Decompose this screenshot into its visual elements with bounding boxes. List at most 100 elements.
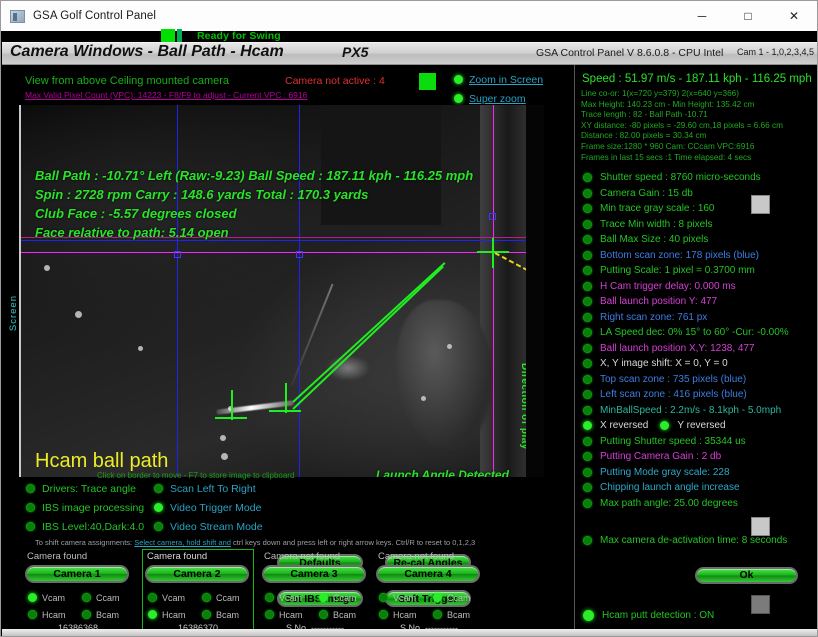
camera-led-hcam[interactable]: Hcam: [379, 610, 427, 620]
checkbox-label: Video Trigger Mode: [170, 501, 262, 514]
setting-max-deactivation-time[interactable]: Max camera de-activation time: 8 seconds: [581, 533, 817, 549]
setting-image-shift[interactable]: X, Y image shift: X = 0, Y = 0: [581, 356, 817, 372]
setting-min-ball-speed[interactable]: MinBallSpeed : 2.2m/s - 8.1kph - 5.0mph: [581, 403, 817, 419]
zoom-in-screen-toggle[interactable]: Zoom in Screen: [454, 71, 574, 88]
checkbox-scan-left-to-right[interactable]: Scan Left To Right: [154, 479, 263, 498]
led-icon: [583, 610, 594, 621]
setting-right-scan-zone[interactable]: Right scan zone: 761 px: [581, 310, 817, 326]
ok-button[interactable]: Ok: [695, 566, 798, 584]
setting-chipping-launch-angle[interactable]: Chipping launch angle increase: [581, 480, 817, 496]
setting-label: Camera Gain : 15 db: [600, 187, 693, 199]
setting-min-trace-gray-scale[interactable]: Min trace gray scale : 160: [581, 201, 817, 217]
putting-gray-scale-swatch[interactable]: [751, 517, 770, 536]
setting-trace-min-width[interactable]: Trace Min width : 8 pixels: [581, 217, 817, 233]
setting-shutter-speed[interactable]: Shutter speed : 8760 micro-seconds: [581, 170, 817, 186]
led-label: Vcam: [279, 592, 303, 603]
window-title: GSA Golf Control Panel: [33, 10, 157, 22]
camera-led-hcam[interactable]: Hcam: [28, 610, 76, 620]
led-icon: [433, 593, 442, 602]
cam-assignment-label: Cam 1 - 1,0,2,3,4,5: [737, 47, 815, 57]
camera-led-bcam[interactable]: Bcam: [433, 610, 481, 620]
hcam-putt-detection-row[interactable]: Hcam putt detection : ON: [583, 610, 714, 621]
dark-gray-swatch[interactable]: [751, 595, 770, 614]
main-body: View from above Ceiling mounted camera M…: [2, 65, 817, 636]
led-label: Hcam: [162, 609, 186, 620]
camera-led-vcam[interactable]: Vcam: [148, 593, 196, 603]
camera-led-ccam[interactable]: Ccam: [82, 593, 130, 603]
led-icon: [583, 405, 592, 415]
setting-max-path-angle[interactable]: Max path angle: 25.00 degrees: [581, 496, 817, 512]
gray-scale-swatch[interactable]: [751, 195, 770, 214]
led-icon: [583, 173, 592, 183]
setting-left-scan-zone[interactable]: Left scan zone : 416 pixels (blue): [581, 387, 817, 403]
y-reversed-label[interactable]: Y reversed: [677, 420, 725, 431]
checkbox-ibs-image-processing[interactable]: IBS image processing: [26, 498, 144, 517]
setting-top-scan-zone[interactable]: Top scan zone : 735 pixels (blue): [581, 372, 817, 388]
hint-link[interactable]: Select camera, hold shift and: [134, 538, 231, 547]
led-icon: [26, 484, 35, 493]
camera-led-vcam[interactable]: Vcam: [265, 593, 313, 603]
led-icon: [454, 94, 463, 103]
led-icon: [583, 536, 592, 546]
setting-ball-launch-position-y[interactable]: Ball launch position Y: 477: [581, 294, 817, 310]
led-icon: [583, 281, 592, 291]
checkbox-ibs-level[interactable]: IBS Level:40,Dark:4.0: [26, 517, 144, 536]
led-icon: [583, 436, 592, 446]
led-icon: [583, 452, 592, 462]
setting-label: Putting Scale: 1 pixel = 0.3700 mm: [600, 265, 755, 277]
ball-point: [447, 344, 452, 349]
camera-led-ccam[interactable]: Ccam: [433, 593, 481, 603]
led-label: Vcam: [393, 592, 417, 603]
close-button[interactable]: ✕: [771, 1, 817, 31]
checkbox-video-trigger-mode[interactable]: Video Trigger Mode: [154, 498, 263, 517]
camera-led-group: Vcam Ccam Hcam Bcam: [265, 589, 369, 623]
checkbox-drivers-trace-angle[interactable]: Drivers: Trace angle: [26, 479, 144, 498]
camera-led-bcam[interactable]: Bcam: [202, 610, 250, 620]
camera-led-ccam[interactable]: Ccam: [319, 593, 367, 603]
setting-putting-camera-gain[interactable]: Putting Camera Gain : 2 db: [581, 449, 817, 465]
camera-led-hcam[interactable]: Hcam: [265, 610, 313, 620]
zoom-in-screen-label: Zoom in Screen: [469, 73, 544, 86]
x-reversed-label[interactable]: X reversed: [600, 420, 648, 431]
camera-3-button[interactable]: Camera 3: [262, 565, 366, 583]
setting-camera-gain[interactable]: Camera Gain : 15 db: [581, 186, 817, 202]
camera-led-bcam[interactable]: Bcam: [319, 610, 367, 620]
led-label: Ccam: [96, 592, 120, 603]
camera-led-vcam[interactable]: Vcam: [28, 593, 76, 603]
setting-la-speed-dec[interactable]: LA Speed dec: 0% 15° to 60° -Cur: -0.00%: [581, 325, 817, 341]
led-icon: [583, 297, 592, 307]
maximize-button[interactable]: □: [725, 1, 771, 31]
minimize-button[interactable]: ─: [679, 1, 725, 31]
setting-label: Right scan zone: 761 px: [600, 311, 708, 323]
overlay-watermark-line1: Hcam ball path: [35, 450, 169, 472]
status-bar: [2, 629, 817, 636]
led-icon: [319, 610, 328, 619]
setting-label: Min trace gray scale : 160: [600, 203, 715, 215]
checkbox-video-stream-mode[interactable]: Video Stream Mode: [154, 517, 263, 536]
led-icon: [202, 610, 211, 619]
led-icon: [26, 522, 35, 531]
led-icon: [379, 593, 388, 602]
camera-led-vcam[interactable]: Vcam: [379, 593, 427, 603]
camera-slot-4: Camera not found Camera 4 Vcam Ccam Hcam…: [373, 551, 485, 636]
setting-bottom-scan-zone[interactable]: Bottom scan zone: 178 pixels (blue): [581, 248, 817, 264]
info-line: Distance : 82.00 pixels = 30.34 cm: [581, 131, 707, 141]
camera-4-button[interactable]: Camera 4: [376, 565, 480, 583]
camera-led-bcam[interactable]: Bcam: [82, 610, 130, 620]
setting-putting-mode-gray-scale[interactable]: Putting Mode gray scale: 228: [581, 465, 817, 481]
setting-hcam-trigger-delay[interactable]: H Cam trigger delay: 0.000 ms: [581, 279, 817, 295]
setting-putting-scale[interactable]: Putting Scale: 1 pixel = 0.3700 mm: [581, 263, 817, 279]
ball-point: [44, 265, 50, 271]
setting-putting-shutter-speed[interactable]: Putting Shutter speed : 35344 us: [581, 434, 817, 450]
camera-panel: View from above Ceiling mounted camera M…: [7, 67, 574, 480]
info-line: Trace length : 82 - Ball Path -10.71: [581, 110, 708, 120]
led-icon: [379, 610, 388, 619]
overlay-club-face: Club Face : -5.57 degrees closed: [35, 206, 237, 221]
camera-2-button[interactable]: Camera 2: [145, 565, 249, 583]
setting-ball-launch-position-xy[interactable]: Ball launch position X,Y: 1238, 477: [581, 341, 817, 357]
camera-image-view[interactable]: Ball Path : -10.71° Left (Raw:-9.23) Bal…: [19, 105, 544, 477]
camera-led-hcam[interactable]: Hcam: [148, 610, 196, 620]
camera-1-button[interactable]: Camera 1: [25, 565, 129, 583]
camera-led-ccam[interactable]: Ccam: [202, 593, 250, 603]
setting-ball-max-size[interactable]: Ball Max Size : 40 pixels: [581, 232, 817, 248]
